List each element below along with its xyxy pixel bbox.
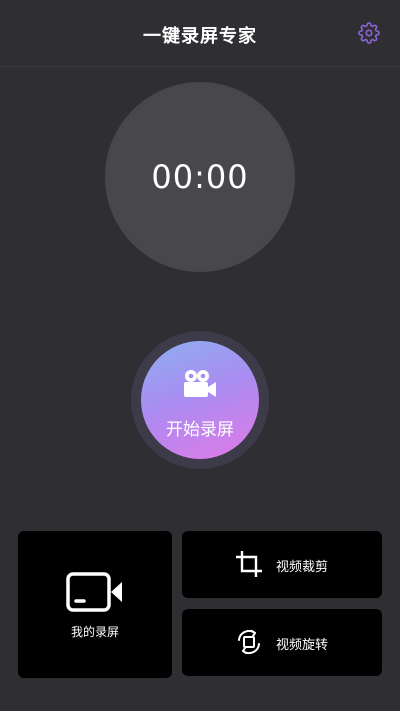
video-crop-button[interactable]: 视频裁剪 <box>182 531 382 598</box>
app-title: 一键录屏专家 <box>143 26 257 47</box>
my-recordings-button[interactable]: 我的录屏 <box>18 531 172 678</box>
rotate-icon <box>238 629 260 655</box>
my-recordings-label: 我的录屏 <box>70 625 119 639</box>
video-icon <box>66 572 122 612</box>
header-bar: 一键录屏专家 <box>0 0 400 67</box>
timer-display: 00:00 <box>105 82 295 272</box>
timer-text: 00:00 <box>151 158 249 196</box>
screen-recorder-app: 一键录屏专家 00:00 开始录屏 我的录屏 视频裁剪 视频旋转 <box>0 0 400 711</box>
video-rotate-button[interactable]: 视频旋转 <box>182 609 382 676</box>
crop-icon <box>236 551 262 577</box>
start-recording-label: 开始录屏 <box>166 420 234 440</box>
gear-icon[interactable] <box>358 22 380 44</box>
video-rotate-label: 视频旋转 <box>276 638 329 653</box>
start-recording-button[interactable]: 开始录屏 <box>141 341 259 459</box>
record-button-ring: 开始录屏 <box>131 331 269 469</box>
video-crop-label: 视频裁剪 <box>276 560 329 575</box>
video-camera-icon <box>184 370 216 397</box>
